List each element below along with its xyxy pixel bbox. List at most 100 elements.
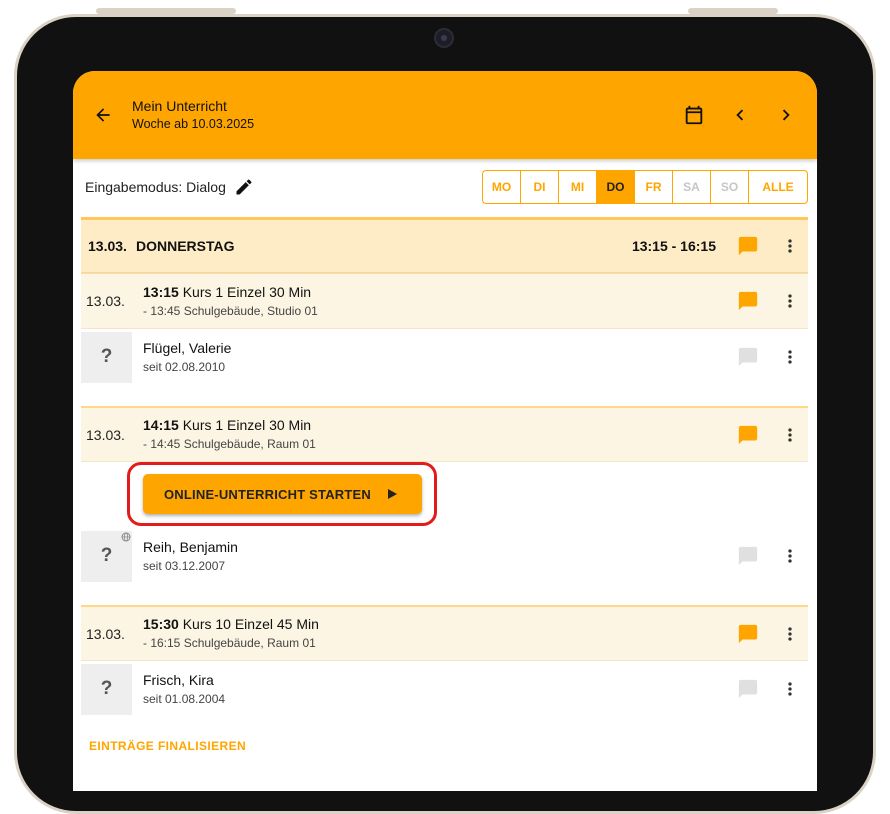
lesson-start-time: 14:15 [143,417,179,433]
device-button [688,8,778,14]
front-camera [434,28,454,48]
avatar-placeholder: ? [100,545,113,566]
arrow-left-icon [96,108,110,122]
day-filter-fr[interactable]: FR [635,171,673,203]
globe-icon [121,532,131,541]
day-filter-sa: SA [673,171,711,203]
student-row[interactable]: ? Reih, Benjamin seit 03.12.2007 [81,528,808,584]
more-menu-button[interactable] [772,546,808,566]
comment-button[interactable] [734,346,762,368]
more-vert-icon [788,239,792,253]
lesson-start-time: 15:30 [143,616,179,632]
title-block: Mein Unterricht Woche ab 10.03.2025 [132,97,671,133]
lesson-row[interactable]: 13.03. 14:15 Kurs 1 Einzel 30 Min - 14:4… [81,406,808,462]
lesson-date: 13.03. [86,625,125,642]
lesson-details: - 13:45 Schulgebäude, Studio 01 [143,303,318,318]
comment-icon [738,679,758,699]
day-filter-all[interactable]: ALLE [749,171,807,203]
more-vert-icon [788,626,792,641]
comment-button[interactable] [734,235,762,257]
weekday-filter: MO DI MI DO FR SA SO ALLE [482,170,808,204]
more-menu-button[interactable] [772,291,808,311]
lesson-row[interactable]: 13.03. 15:30 Kurs 10 Einzel 45 Min - 16:… [81,605,808,661]
device-button [96,8,236,14]
comment-button[interactable] [734,545,762,567]
lesson-start-time: 13:15 [143,283,179,300]
day-filter-mi[interactable]: MI [559,171,597,203]
more-menu-button[interactable] [772,347,808,367]
day-header: 13.03. DONNERSTAG 13:15 - 16:15 [81,217,808,273]
previous-week-button[interactable] [717,92,763,138]
start-online-lesson-button[interactable]: ONLINE-UNTERRICHT STARTEN [143,474,422,514]
calendar-button[interactable] [671,92,717,138]
comment-icon [738,347,758,367]
student-since: seit 03.12.2007 [143,558,226,573]
day-filter-mo[interactable]: MO [483,171,521,203]
day-header-date: 13.03. [88,238,127,254]
student-since: seit 02.08.2010 [143,359,226,374]
lesson-title: Kurs 1 Einzel 30 Min [182,417,312,433]
input-mode-label: Eingabemodus: Dialog [85,179,226,195]
lesson-date: 13.03. [86,426,125,443]
lesson-title: Kurs 10 Einzel 45 Min [182,616,319,632]
lesson-details: - 14:45 Schulgebäude, Raum 01 [143,437,316,451]
online-lesson-area: ONLINE-UNTERRICHT STARTEN [81,462,808,528]
finalize-entries-button[interactable]: EINTRÄGE FINALISIEREN [89,739,246,753]
calendar-icon [685,105,703,125]
day-filter-do[interactable]: DO [597,171,635,203]
avatar-placeholder: ? [100,678,113,699]
page-subtitle: Woche ab 10.03.2025 [132,117,255,131]
day-header-time: 13:15 - 16:15 [631,238,716,254]
app-screen: Mein Unterricht Woche ab 10.03.2025 Eing… [73,71,817,791]
lesson-details: - 16:15 Schulgebäude, Raum 01 [143,636,316,650]
student-since: seit 01.08.2004 [143,691,226,706]
comment-button[interactable] [734,290,762,312]
more-vert-icon [788,294,792,308]
mode-toolbar: Eingabemodus: Dialog MO DI MI DO FR SA S… [73,159,817,215]
comment-icon [738,291,758,311]
avatar: ? [81,331,132,383]
student-row[interactable]: ? Frisch, Kira seit 01.08.2004 [81,661,808,717]
avatar: ? [81,530,132,582]
lesson-row[interactable]: 13.03. 13:15 Kurs 1 Einzel 30 Min - 13:4… [81,273,808,329]
comment-icon [738,546,758,566]
app-bar: Mein Unterricht Woche ab 10.03.2025 [73,71,817,159]
student-row[interactable]: ? Flügel, Valerie seit 02.08.2010 [81,329,808,385]
student-name: Frisch, Kira [143,671,214,688]
comment-button[interactable] [734,623,762,645]
lesson-title: Kurs 1 Einzel 30 Min [182,283,312,300]
lesson-list: 13.03. DONNERSTAG 13:15 - 16:15 13.03. 1… [81,217,808,717]
lesson-date: 13.03. [86,293,125,309]
pencil-icon [236,179,252,195]
chevron-left-icon [736,109,744,121]
comment-button[interactable] [734,678,762,700]
more-menu-button[interactable] [772,679,808,699]
more-vert-icon [788,427,792,442]
comment-button[interactable] [734,424,762,446]
more-menu-button[interactable] [772,624,808,644]
comment-icon [738,624,758,643]
avatar-placeholder: ? [100,346,113,367]
back-button[interactable] [74,86,132,144]
student-name: Reih, Benjamin [143,538,238,555]
day-filter-di[interactable]: DI [521,171,559,203]
edit-mode-button[interactable] [234,177,254,197]
day-filter-so: SO [711,171,749,203]
start-online-lesson-label: ONLINE-UNTERRICHT STARTEN [164,486,371,502]
student-name: Flügel, Valerie [143,339,232,356]
more-vert-icon [788,350,792,364]
comment-icon [738,236,758,256]
chevron-right-icon [782,109,790,121]
comment-icon [738,425,758,444]
page-title: Mein Unterricht [132,98,227,114]
more-vert-icon [788,682,792,696]
avatar: ? [81,663,132,715]
play-icon [386,488,398,500]
day-header-weekday: DONNERSTAG [136,238,235,254]
next-week-button[interactable] [763,92,809,138]
more-vert-icon [788,549,792,563]
more-menu-button[interactable] [772,236,808,256]
more-menu-button[interactable] [772,425,808,445]
